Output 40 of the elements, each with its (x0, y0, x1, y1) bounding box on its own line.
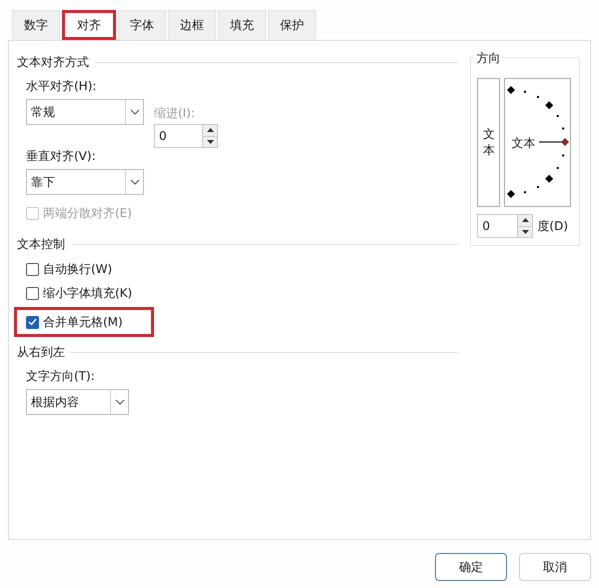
down-arrow-icon (206, 140, 214, 144)
unit-label: 度(D) (537, 218, 568, 234)
caret-icon (130, 179, 140, 185)
tab[interactable]: 字体 (118, 10, 166, 40)
spin-up-button[interactable] (203, 125, 217, 136)
ok-button[interactable]: 确定 (435, 553, 507, 581)
checkbox[interactable] (26, 262, 39, 276)
vertical-text-button[interactable]: 文本 (477, 78, 500, 207)
orientation-dial[interactable]: 文本 (504, 78, 572, 207)
tab[interactable]: 数字 (12, 10, 60, 40)
checkbox-label: 两端分散对齐(E) (43, 204, 132, 222)
section-title: 从右到左 (17, 344, 65, 360)
checkbox-label: 合并单元格(M) (43, 314, 123, 330)
field-label: 水平对齐(H): (26, 78, 98, 95)
cancel-button[interactable]: 取消 (519, 553, 591, 581)
section-title: 文本对齐方式 (17, 54, 89, 70)
caret-icon (114, 399, 124, 405)
caret-icon (130, 109, 140, 115)
vertical-align-dropdown[interactable]: 靠下 (26, 169, 144, 195)
checkbox[interactable] (26, 316, 39, 328)
text-direction-dropdown[interactable]: 根据内容 (26, 389, 129, 415)
horizontal-align-dropdown[interactable]: 常规 (26, 99, 144, 125)
spin-down-button[interactable] (203, 136, 217, 147)
checkbox[interactable] (26, 286, 39, 300)
up-arrow-icon (206, 128, 214, 132)
up-arrow-icon (522, 218, 529, 222)
spin-up-button[interactable] (518, 215, 532, 226)
field-label: 文字方向(T): (26, 368, 96, 385)
degrees-field[interactable]: 0 (477, 214, 518, 238)
tab[interactable]: 对齐 (62, 10, 116, 40)
indent-label: 缩进(I): (154, 105, 196, 122)
checkbox-label: 缩小字体填充(K) (43, 284, 132, 302)
field-label: 垂直对齐(V): (26, 148, 97, 165)
tab[interactable]: 填充 (218, 10, 266, 40)
tab[interactable]: 保护 (268, 10, 316, 40)
down-arrow-icon (522, 230, 529, 234)
checkbox-label: 自动换行(W) (43, 260, 112, 278)
spin-down-button[interactable] (518, 226, 532, 237)
section-title: 文本控制 (17, 236, 65, 252)
tab[interactable]: 边框 (168, 10, 216, 40)
